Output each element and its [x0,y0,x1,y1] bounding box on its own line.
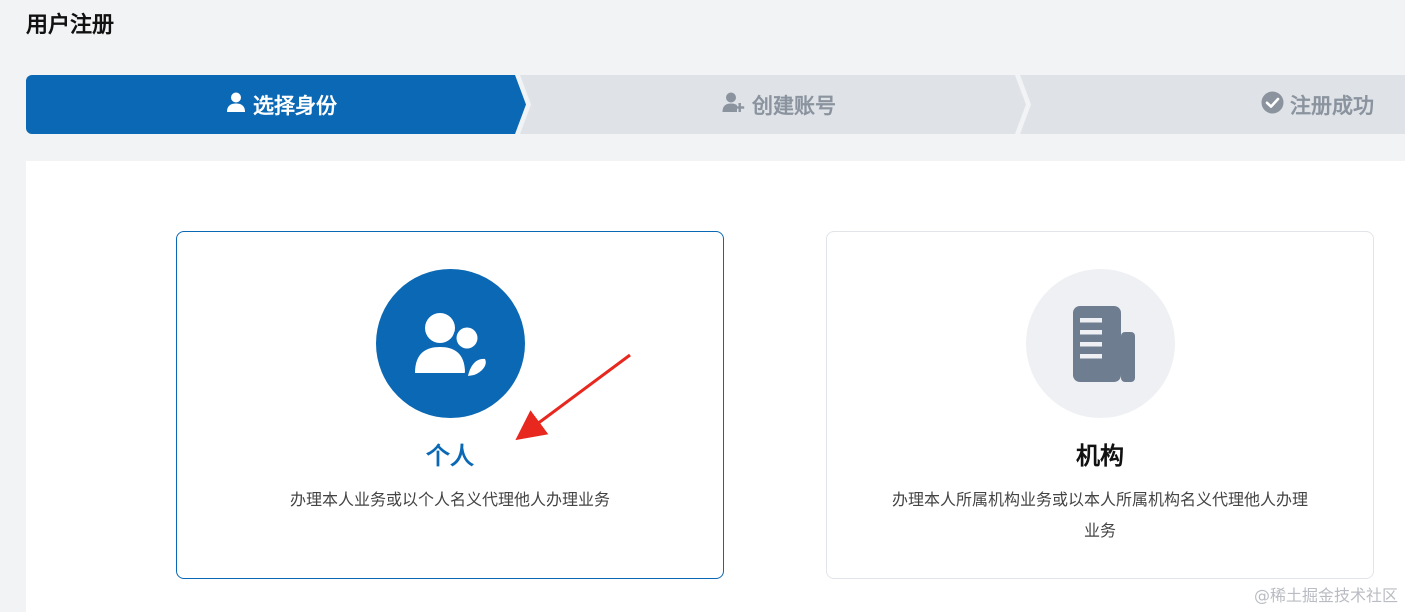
identity-panel: 个人 办理本人业务或以个人名义代理他人办理业务 机构 办理本人所属机构业务或以本… [26,161,1405,612]
step-registration-success[interactable]: 注册成功 [1020,75,1405,134]
step-create-account[interactable]: 创建账号 [520,75,1026,134]
user-plus-icon [722,91,746,118]
card-description: 办理本人所属机构业务或以本人所属机构名义代理他人办理业务 [891,490,1308,540]
step-label: 选择身份 [253,93,337,118]
card-title: 个人 [426,442,474,470]
step-label: 注册成功 [1290,93,1374,118]
page-title: 用户注册 [26,13,115,38]
watermark: @稀土掘金技术社区 [1253,586,1398,605]
personal-identity-card[interactable]: 个人 办理本人业务或以个人名义代理他人办理业务 [176,231,724,579]
card-title: 机构 [1076,442,1124,470]
user-icon [225,91,247,118]
step-select-identity[interactable]: 选择身份 [26,75,526,134]
building-icon [1026,269,1175,418]
organization-identity-card[interactable]: 机构 办理本人所属机构业务或以本人所属机构名义代理他人办理业务 [826,231,1374,579]
registration-steps: 选择身份 创建账号 注册成功 [26,75,1405,134]
card-description: 办理本人业务或以个人名义代理他人办理业务 [289,490,610,509]
check-circle-icon [1261,91,1284,119]
users-icon [376,269,525,418]
step-label: 创建账号 [752,93,836,118]
